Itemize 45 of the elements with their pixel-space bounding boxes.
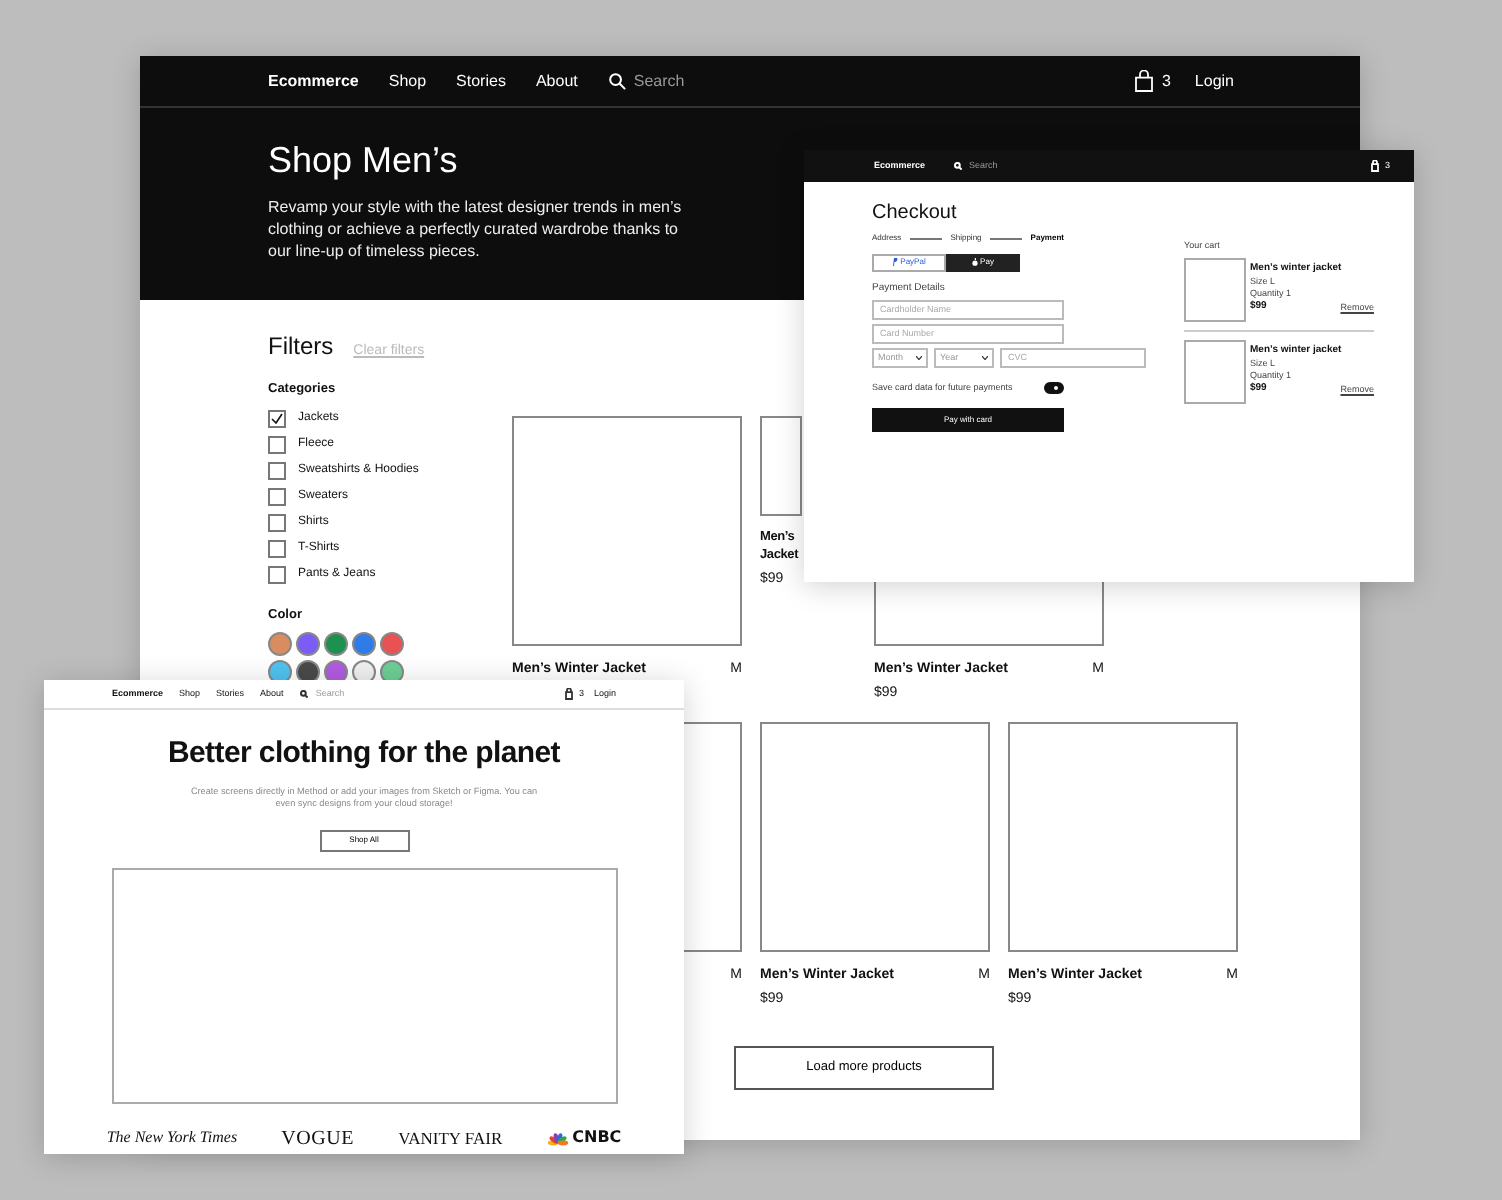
paypal-icon [892,258,899,267]
search-icon[interactable] [607,72,626,90]
color-swatch[interactable] [352,631,376,655]
color-swatch[interactable] [296,631,320,655]
checkbox[interactable] [268,461,286,479]
shopping-bag-icon[interactable] [1133,70,1154,92]
color-swatch[interactable] [380,631,404,655]
nav-link[interactable]: Stories [456,69,506,93]
checkbox[interactable] [268,409,286,427]
nav-link[interactable]: Shop [388,69,427,93]
press-logo: VOGUE [281,1125,355,1153]
product-image-placeholder [1184,340,1246,404]
nav-link[interactable]: About [535,69,578,93]
press-logo: The New York Times [106,1126,238,1150]
toggle-switch[interactable] [1044,381,1064,394]
search-field[interactable]: Search [633,69,685,93]
caret-icon [982,355,988,360]
color-swatch[interactable] [352,659,376,683]
color-swatch[interactable] [268,659,292,683]
checkbox[interactable] [268,435,286,453]
brand-logo[interactable]: Ecommerce [268,69,359,93]
product-image-placeholder [1184,258,1246,322]
page-title: Shop Men’s [268,140,458,184]
peacock-icon [546,1130,571,1146]
checkbox[interactable] [268,539,286,557]
checkbox[interactable] [268,513,286,531]
color-swatch[interactable] [268,631,292,655]
login-link[interactable]: Login [1194,69,1234,93]
checkbox[interactable] [268,565,286,583]
color-swatch[interactable] [296,659,320,683]
caret-icon [916,355,922,360]
color-swatch[interactable] [324,659,348,683]
cart-count: 3 [1161,69,1171,93]
press-logo: VANITY FAIR [398,1125,503,1151]
hero-text: Revamp your style with the latest designer trends in men’s clothing or achieve a perfectly curated wardrobe thanks to our line-up of timeless pieces. [268,195,684,262]
checkout-title: Checkout [872,202,959,226]
press-logo: CNBC [572,1126,622,1150]
search-icon[interactable] [299,689,308,698]
filters-title: Filters [268,332,334,360]
color-swatch[interactable] [380,659,404,683]
checkbox[interactable] [268,487,286,505]
hero-heading: Better clothing for the planet [165,734,562,774]
apple-icon [972,258,979,267]
color-swatch[interactable] [324,631,348,655]
shopping-bag-icon[interactable] [564,688,575,700]
